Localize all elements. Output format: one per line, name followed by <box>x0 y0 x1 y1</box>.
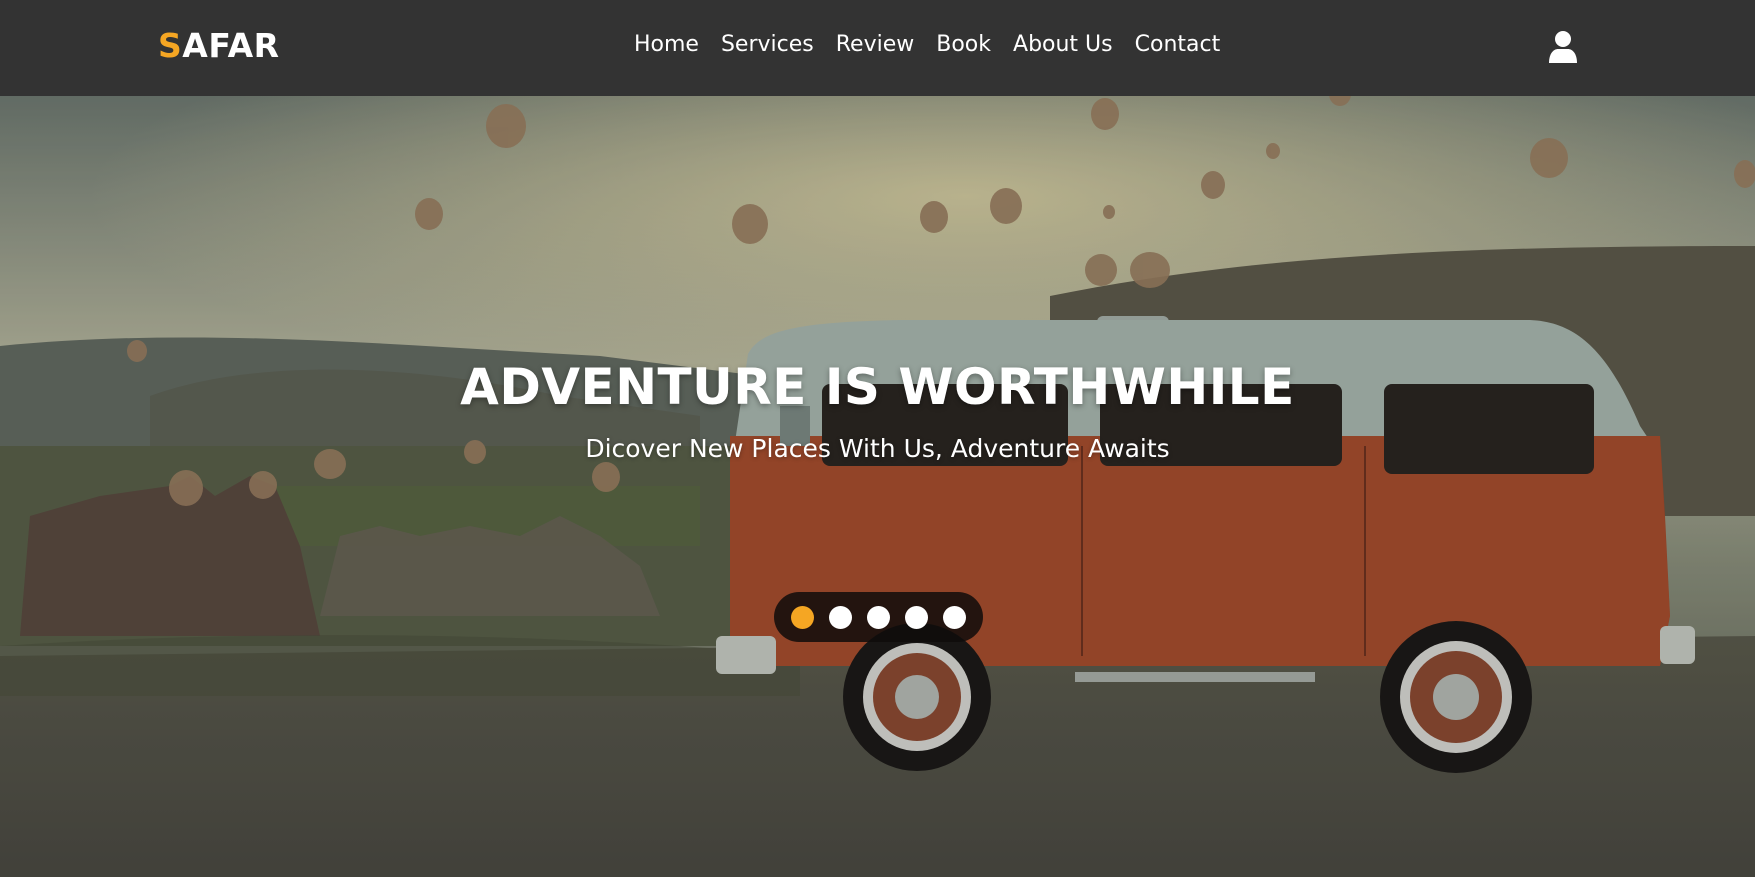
navbar: SAFAR Home Services Review Book About Us… <box>0 0 1755 96</box>
nav-link-review[interactable]: Review <box>836 32 915 57</box>
nav-link-about-us[interactable]: About Us <box>1013 32 1113 57</box>
hero-subtitle: Dicover New Places With Us, Adventure Aw… <box>585 434 1170 463</box>
hero-section: ADVENTURE IS WORTHWHILE Dicover New Plac… <box>0 96 1755 877</box>
hero-overlay <box>0 96 1755 877</box>
slider-dot-4[interactable] <box>905 605 928 629</box>
nav-link-contact[interactable]: Contact <box>1135 32 1221 57</box>
slider-dots <box>774 592 983 642</box>
main-nav: Home Services Review Book About Us Conta… <box>634 32 1242 57</box>
nav-link-home[interactable]: Home <box>634 32 699 57</box>
nav-link-services[interactable]: Services <box>721 32 814 57</box>
nav-link-book[interactable]: Book <box>936 32 991 57</box>
slider-dot-1[interactable] <box>791 605 814 629</box>
hero-title: ADVENTURE IS WORTHWHILE <box>460 358 1295 416</box>
user-account-button[interactable] <box>1548 30 1578 64</box>
slider-dot-3[interactable] <box>867 605 890 629</box>
user-icon <box>1549 31 1577 63</box>
brand-logo-text: AFAR <box>182 26 280 65</box>
slider-dot-2[interactable] <box>829 605 852 629</box>
brand-logo[interactable]: SAFAR <box>158 26 280 65</box>
brand-logo-accent: S <box>158 26 183 65</box>
slider-dot-5[interactable] <box>943 605 966 629</box>
